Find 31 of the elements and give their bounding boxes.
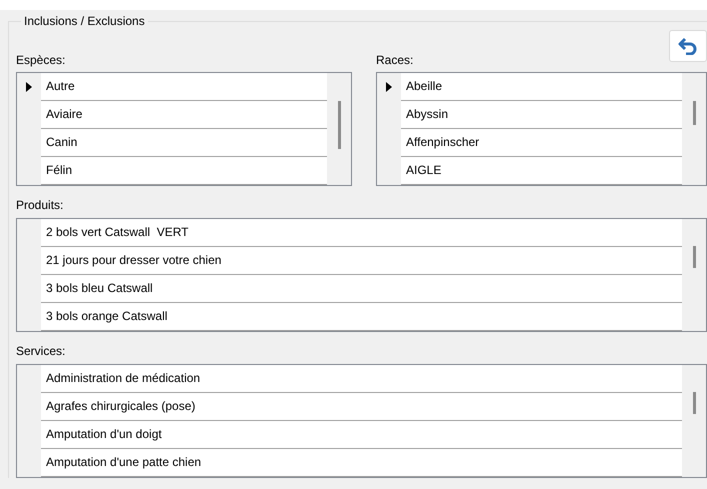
undo-icon (678, 37, 698, 55)
list-row[interactable]: 3 bols orange Catswall (41, 303, 682, 331)
scrollbar-thumb[interactable] (692, 392, 696, 414)
list-row[interactable]: Félin (41, 157, 327, 185)
scrollbar-thumb[interactable] (692, 246, 696, 268)
list-row[interactable]: Amputation d'un doigt (41, 421, 682, 449)
list-label: Produits: (16, 197, 64, 214)
list-row[interactable]: Affenpinscher (401, 129, 682, 157)
scrollbar-thumb[interactable] (692, 101, 696, 125)
scrollbar-thumb[interactable] (338, 101, 340, 149)
list-box[interactable]: Abeille Abyssin Affenpinscher AIGLE (376, 72, 707, 186)
list-label: Races: (376, 53, 414, 69)
list-row[interactable]: Abyssin (401, 101, 682, 129)
list-row[interactable]: Amputation d'une patte chien (41, 449, 682, 477)
list-row[interactable]: Agrafes chirurgicales (pose) (41, 393, 682, 421)
list-label: Services: (16, 343, 66, 360)
list-row[interactable]: 3 bols bleu Catswall (41, 275, 682, 303)
undo-button[interactable] (669, 30, 707, 62)
list-row[interactable]: Administration de médication (41, 365, 682, 393)
group-title: Inclusions / Exclusions (23, 14, 146, 28)
list-row[interactable]: Autre (41, 73, 327, 101)
list-row[interactable]: AIGLE (401, 157, 682, 185)
list-row[interactable]: Canin (41, 129, 327, 157)
list-box[interactable]: Autre Aviaire Canin Félin (16, 72, 352, 186)
list-row[interactable]: 2 bols vert Catswall VERT (41, 219, 682, 247)
list-row[interactable]: Abeille (401, 73, 682, 101)
list-box[interactable]: Administration de médication Agrafes chirurgicales (pose) Amputation d'un doigt Amputation d'une patte chien (16, 364, 707, 478)
list-row[interactable]: Aviaire (41, 101, 327, 129)
list-box[interactable]: 2 bols vert Catswall VERT 21 jours pour dresser votre chien 3 bols bleu Catswall 3 bols orange Catswall (16, 218, 707, 332)
list-label: Espèces: (16, 53, 66, 69)
list-row[interactable]: 21 jours pour dresser votre chien (41, 247, 682, 275)
